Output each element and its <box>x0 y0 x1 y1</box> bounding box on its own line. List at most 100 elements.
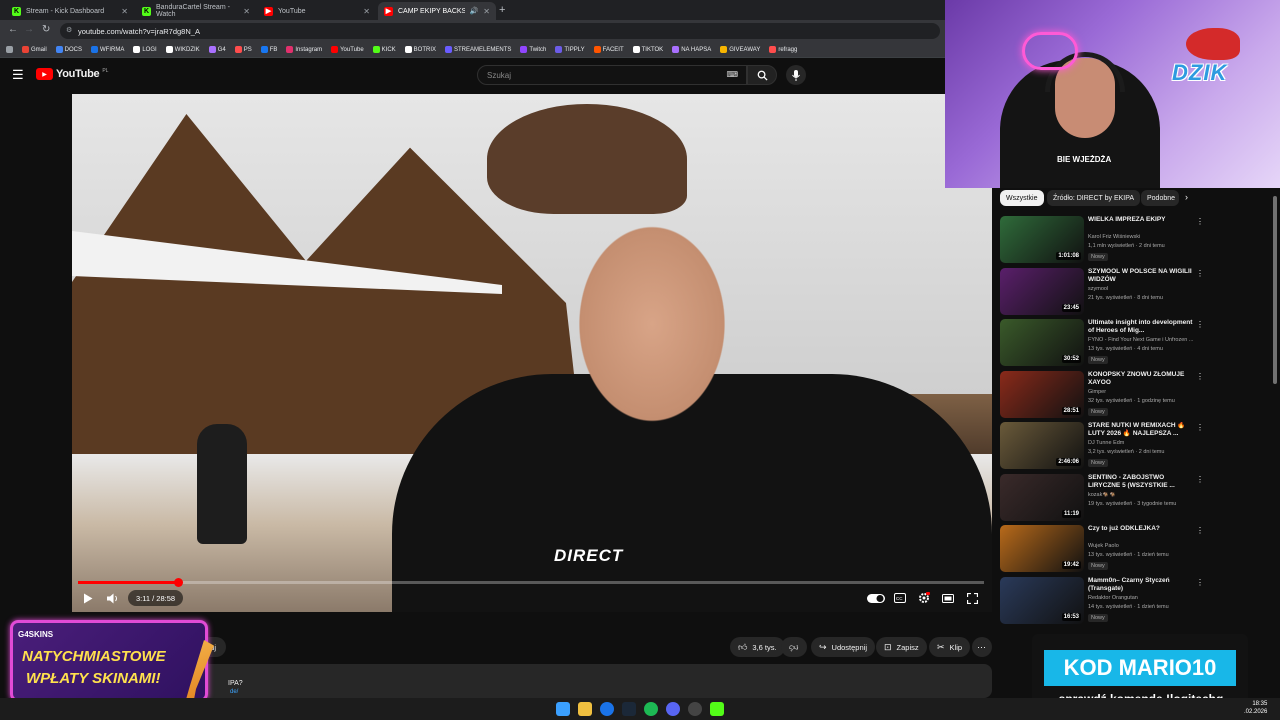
recommendation-item[interactable]: 11:19 SENTINO - ZABÓJSTWO LIRYCZNE 5 (WSZ… <box>1000 473 1205 524</box>
description-link[interactable]: de/ <box>230 689 238 695</box>
close-icon[interactable]: ✕ <box>483 7 490 16</box>
bookmark[interactable]: YouTube <box>331 46 364 53</box>
bookmark[interactable]: G4 <box>208 46 226 53</box>
chevron-right-icon[interactable]: › <box>1185 192 1188 202</box>
filter-chip-similar[interactable]: Podobne <box>1141 190 1179 206</box>
video-title[interactable]: Mamm0n– Czarny Styczeń (Transgate) <box>1088 577 1198 593</box>
discord-icon[interactable] <box>666 702 680 716</box>
start-icon[interactable] <box>556 702 570 716</box>
bookmark[interactable]: DOCS <box>55 46 82 53</box>
keyboard-icon[interactable]: ⌨ <box>726 70 738 79</box>
more-vertical-icon[interactable]: ⋮ <box>1196 578 1204 587</box>
filter-chip-all[interactable]: Wszystkie <box>1000 190 1044 206</box>
more-vertical-icon[interactable]: ⋮ <box>1196 217 1204 226</box>
spotify-icon[interactable] <box>644 702 658 716</box>
youtube-logo[interactable]: ▶ YouTube PL <box>36 68 108 80</box>
more-vertical-icon[interactable]: ⋮ <box>1196 372 1204 381</box>
browser-tab[interactable]: ▶ YouTube ✕ <box>258 2 376 20</box>
volume-button[interactable] <box>105 590 121 606</box>
chrome-icon[interactable] <box>600 702 614 716</box>
bookmark[interactable]: BOTRIX <box>404 46 436 53</box>
video-player[interactable]: DIRECT <box>72 94 992 612</box>
more-vertical-icon[interactable]: ⋮ <box>1196 423 1204 432</box>
share-button[interactable]: ↪ Udostępnij <box>811 637 875 657</box>
filter-chip-source[interactable]: Źródło: DIRECT by EKIPA <box>1047 190 1141 206</box>
fullscreen-button[interactable] <box>964 590 980 606</box>
save-button[interactable]: ⊡ Zapisz <box>876 637 927 657</box>
channel-name[interactable]: FYNO - Find Your Next Game i Unfrozen ..… <box>1088 337 1202 343</box>
browser-tab[interactable]: K Stream - Kick Dashboard ✕ <box>6 2 134 20</box>
bookmark[interactable]: Instagram <box>286 46 322 53</box>
recommendation-item[interactable]: 2:46:06 STARE NUTKI W REMIXACH 🔥 LUTY 202… <box>1000 422 1205 472</box>
reload-icon[interactable]: ↻ <box>42 24 50 35</box>
bookmark[interactable]: refragg <box>769 46 797 53</box>
file-explorer-icon[interactable] <box>578 702 592 716</box>
more-vertical-icon[interactable]: ⋮ <box>1196 526 1204 535</box>
play-button[interactable] <box>80 590 96 606</box>
channel-name[interactable]: szymool <box>1088 286 1202 292</box>
recommendation-item[interactable]: 23:45 SZYMOOL W POLSCE NA WIGILII WIDZÓW s… <box>1000 267 1205 318</box>
more-vertical-icon[interactable]: ⋮ <box>1196 320 1204 329</box>
bookmark[interactable]: PS <box>234 46 252 53</box>
video-title[interactable]: WIELKA IMPREZA EKIPY <box>1088 216 1198 224</box>
channel-name[interactable]: Redaktor Orangutan <box>1088 595 1202 601</box>
more-vertical-icon[interactable]: ⋮ <box>1196 269 1204 278</box>
bookmark[interactable]: Gmail <box>22 46 47 53</box>
video-title[interactable]: SENTINO - ZABÓJSTWO LIRYCZNE 5 (WSZYSTKI… <box>1088 474 1198 490</box>
bookmark[interactable]: GIVEAWAY <box>720 46 760 53</box>
description-box[interactable]: IPA? de/ <box>72 664 992 698</box>
subtitles-button[interactable]: CC <box>892 590 908 606</box>
theater-mode-button[interactable] <box>940 590 956 606</box>
new-tab-button[interactable]: + <box>499 4 505 16</box>
video-thumbnail[interactable]: 28:51 <box>1000 370 1084 418</box>
close-icon[interactable]: ✕ <box>363 7 370 16</box>
video-thumbnail[interactable]: 1:01:08 <box>1000 216 1084 263</box>
search-button[interactable] <box>747 65 777 85</box>
bookmark[interactable]: KICK <box>372 46 396 53</box>
recommendation-item[interactable]: 16:53 Mamm0n– Czarny Styczeń (Transgate) R… <box>1000 576 1205 627</box>
video-thumbnail[interactable]: 23:45 <box>1000 267 1084 315</box>
bookmark[interactable]: LOGI <box>133 46 157 53</box>
video-title[interactable]: STARE NUTKI W REMIXACH 🔥 LUTY 2026 🔥 NAJ… <box>1088 422 1198 438</box>
more-vertical-icon[interactable]: ⋮ <box>1196 475 1204 484</box>
progress-scrubber[interactable] <box>173 578 183 587</box>
steam-icon[interactable] <box>622 702 636 716</box>
speaker-icon[interactable]: 🔊 <box>470 7 479 15</box>
recommendation-item[interactable]: 28:51 KONOPSKY ZNOWU ZŁOMUJE XAYOO Gimper 3… <box>1000 370 1205 421</box>
video-title[interactable]: Ultimate insight into development of Her… <box>1088 319 1198 335</box>
voice-search-button[interactable] <box>786 65 806 85</box>
channel-name[interactable]: Karol Friz Wiśniewski <box>1088 234 1202 240</box>
back-icon[interactable]: ← <box>8 24 18 35</box>
bookmark[interactable]: NA HAPSA <box>672 46 711 53</box>
video-thumbnail[interactable]: 30:52 <box>1000 319 1084 366</box>
forward-icon[interactable]: → <box>24 24 34 35</box>
progress-bar[interactable] <box>78 578 984 587</box>
channel-name[interactable]: kozak🐐🐐 <box>1088 492 1202 498</box>
channel-name[interactable]: Wujek Paolo <box>1088 543 1202 549</box>
video-thumbnail[interactable]: 2:46:06 <box>1000 422 1084 469</box>
kick-app-icon[interactable] <box>710 702 724 716</box>
apps-icon[interactable] <box>6 46 13 53</box>
recommendation-item[interactable]: 19:42 Czy to już ODKLEJKA? Wujek Paolo 13 t… <box>1000 525 1205 575</box>
browser-tab-active[interactable]: ▶ CAMP EKIPY BACKSTAGE - 🔊 ✕ <box>378 2 496 20</box>
obs-icon[interactable] <box>688 702 702 716</box>
search-input[interactable]: Szukaj ⌨ <box>477 65 747 85</box>
dislike-button[interactable]: 👍︎ <box>781 637 807 657</box>
bookmark[interactable]: TIKTOK <box>632 46 663 53</box>
video-thumbnail[interactable]: 19:42 <box>1000 525 1084 572</box>
video-thumbnail[interactable]: 16:53 <box>1000 576 1084 624</box>
recommendation-item[interactable]: 30:52 Ultimate insight into development o… <box>1000 319 1205 369</box>
video-thumbnail[interactable]: 11:19 <box>1000 473 1084 521</box>
more-actions-button[interactable]: ⋯ <box>972 637 992 657</box>
site-info-icon[interactable]: ⚙ <box>66 26 72 34</box>
video-title[interactable]: Czy to już ODKLEJKA? <box>1088 525 1198 533</box>
close-icon[interactable]: ✕ <box>243 7 250 16</box>
settings-button[interactable] <box>916 590 932 606</box>
close-icon[interactable]: ✕ <box>121 7 128 16</box>
bookmark[interactable]: WIKDZIK <box>165 46 200 53</box>
bookmark[interactable]: STREAMELEMENTS <box>445 46 511 53</box>
bookmark[interactable]: Twitch <box>520 46 546 53</box>
scrollbar[interactable] <box>1273 196 1277 384</box>
recommendation-item[interactable]: 1:01:08 WIELKA IMPREZA EKIPY Karol Friz Wi… <box>1000 216 1205 266</box>
bookmark[interactable]: TIPPLY <box>555 46 585 53</box>
